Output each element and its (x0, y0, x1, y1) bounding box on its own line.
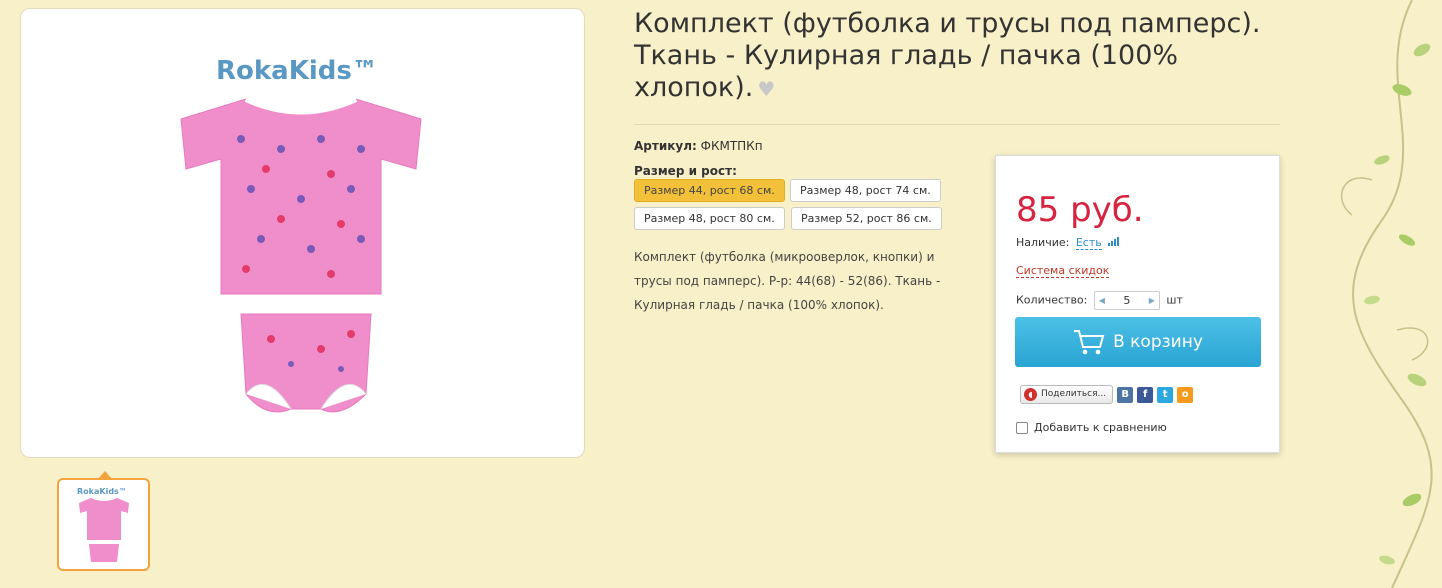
sku-label: Артикул: (634, 139, 697, 153)
product-image: RokaKids™ (180, 56, 422, 413)
floral-decoration (1341, 0, 1433, 588)
quantity-value: 5 (1123, 294, 1131, 307)
cart-icon (1074, 330, 1105, 355)
sku-value: ФКМТПКп (700, 139, 763, 153)
size-option-52-86[interactable]: Размер 52, рост 86 см. (791, 207, 942, 230)
thumbnail-image[interactable]: RokaKids™ (57, 478, 150, 571)
size-option-44-68[interactable]: Размер 44, рост 68 см. (634, 179, 785, 202)
compare-label: Добавить к сравнению (1034, 421, 1167, 434)
odnoklassniki-icon[interactable]: о (1177, 386, 1194, 403)
signal-bars-icon (1108, 237, 1120, 246)
twitter-icon[interactable]: t (1157, 386, 1174, 403)
product-description: Комплект (футболка (микрооверлок, кнопки… (634, 250, 941, 312)
add-to-cart-label: В корзину (1113, 332, 1203, 352)
brand-logo: RokaKids™ (216, 56, 378, 86)
sku-line: Артикул: ФКМТПКп (634, 139, 763, 153)
discount-system-link[interactable]: Система скидок (1016, 264, 1110, 278)
size-label: Размер и рост: (634, 164, 737, 178)
decrease-arrow-icon[interactable]: ◀ (1096, 292, 1108, 309)
favorite-heart-icon[interactable]: ♥ (757, 77, 775, 101)
share-button[interactable]: ◖ Поделиться... (1020, 385, 1114, 404)
buy-box: 85 руб. Наличие: Есть Система скидок Кол… (995, 155, 1280, 453)
availability-link[interactable]: Есть (1075, 236, 1102, 250)
product-photo[interactable]: RokaKids™ (20, 8, 585, 458)
share-bar: ◖ Поделиться... В f t о (1020, 385, 1194, 404)
increase-arrow-icon[interactable]: ▶ (1146, 292, 1158, 309)
product-title: Комплект (футболка и трусы под памперс).… (634, 8, 1261, 103)
facebook-icon[interactable]: f (1137, 386, 1154, 403)
size-option-48-80[interactable]: Размер 48, рост 80 см. (634, 207, 785, 230)
size-option-48-74[interactable]: Размер 48, рост 74 см. (790, 179, 941, 202)
title-divider (634, 124, 1280, 125)
quantity-label: Количество: (1016, 293, 1088, 307)
quantity-unit: шт (1166, 293, 1183, 307)
vk-icon[interactable]: В (1117, 386, 1134, 403)
availability: Наличие: Есть (1016, 236, 1120, 250)
share-label: Поделиться... (1041, 389, 1107, 399)
share-icon: ◖ (1024, 388, 1037, 401)
availability-label: Наличие: (1016, 236, 1070, 249)
compare-option[interactable]: Добавить к сравнению (1016, 421, 1167, 434)
quantity-row: Количество: ◀ 5 ▶ шт (1016, 291, 1183, 310)
price: 85 руб. (1016, 190, 1144, 230)
compare-checkbox[interactable] (1016, 421, 1028, 434)
thumbnail-brand: RokaKids™ (77, 487, 127, 496)
add-to-cart-button[interactable]: В корзину (1015, 317, 1261, 367)
quantity-stepper[interactable]: ◀ 5 ▶ (1093, 291, 1160, 310)
